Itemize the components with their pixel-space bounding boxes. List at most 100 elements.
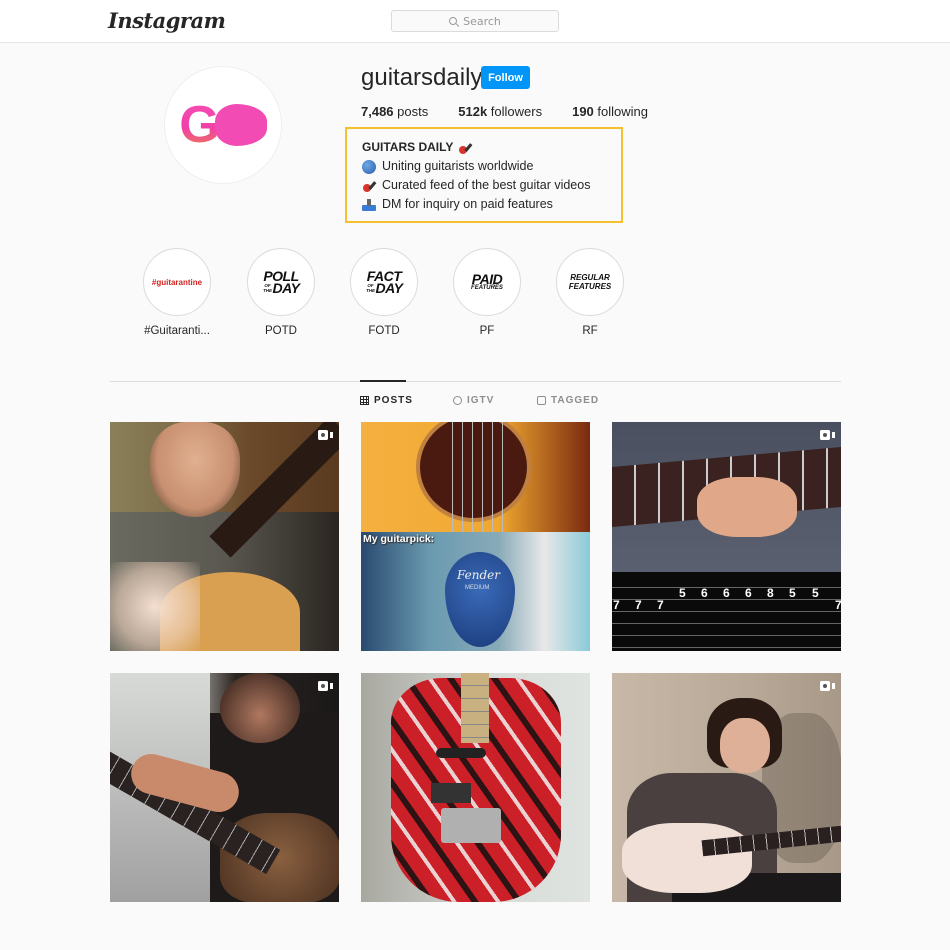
tab-label: IGTV (467, 395, 495, 406)
highlight-label: FOTD (368, 325, 400, 337)
bio-title: GUITARS DAILY (362, 138, 621, 157)
tab-number: 7 (835, 598, 841, 612)
followers-value: 512k (458, 104, 488, 119)
highlight-label: POTD (265, 325, 297, 337)
pick-brand-text: Fender (457, 568, 501, 582)
highlight-label: #Guitaranti... (144, 325, 210, 337)
highlight-cover: PAID FEATURES (453, 248, 521, 316)
profile-avatar[interactable]: G (164, 66, 282, 184)
posts-value: 7,486 (361, 104, 394, 119)
highlight-fotd[interactable]: FACT OF THE DAY FOTD (344, 248, 424, 337)
tab-posts[interactable]: POSTS (360, 395, 413, 406)
video-icon (318, 681, 333, 691)
tab-line (612, 611, 841, 612)
tab-number: 5 (679, 586, 686, 600)
bio-line-text: DM for inquiry on paid features (382, 197, 553, 211)
grid-icon (360, 396, 369, 405)
tab-label: POSTS (374, 395, 413, 406)
search-icon (449, 17, 458, 25)
bio-highlight-box: GUITARS DAILY Uniting guitarists worldwi… (345, 127, 623, 223)
highlight-label: RF (582, 325, 598, 337)
tagged-icon (537, 396, 546, 405)
top-nav-bar: Instagram Search (0, 0, 950, 43)
post-image-part (443, 422, 503, 532)
posts-count: 7,486 posts (361, 104, 428, 119)
post-image-part (431, 783, 471, 803)
avatar-logo: G (179, 96, 267, 154)
following-value: 190 (572, 104, 594, 119)
video-icon (820, 681, 835, 691)
post-image-part (441, 808, 501, 843)
section-divider (110, 381, 841, 382)
highlight-cover-text: DAY (375, 280, 403, 296)
igtv-icon (453, 396, 462, 405)
bio-line: Uniting guitarists worldwide (362, 157, 621, 176)
bio-line: Curated feed of the best guitar videos (362, 176, 621, 195)
followers-count[interactable]: 512k followers (458, 104, 542, 119)
bio-line-text: Uniting guitarists worldwide (382, 159, 534, 173)
highlight-cover: FACT OF THE DAY (350, 248, 418, 316)
profile-stats: 7,486 posts 512k followers 190 following (361, 104, 678, 119)
tab-line (612, 635, 841, 636)
search-placeholder: Search (463, 14, 501, 28)
highlight-cover: #guitarantine (143, 248, 211, 316)
post-image-part (720, 718, 770, 773)
inbox-tray-icon (362, 198, 376, 212)
globe-icon (362, 159, 376, 174)
avatar-letter: G (179, 96, 219, 154)
highlight-cover-small: FEATURES (471, 284, 503, 291)
highlight-pf[interactable]: PAID FEATURES PF (447, 248, 527, 337)
follow-button[interactable]: Follow (481, 66, 530, 89)
tab-number: 5 (789, 586, 796, 600)
tab-number: 6 (723, 586, 730, 600)
post-thumbnail[interactable]: Fender MEDIUM My guitarpick: (361, 422, 590, 651)
highlight-cover-small: OF THE (262, 283, 272, 293)
post-thumbnail[interactable]: 5 6 6 6 8 5 5 7 7 7 7 (612, 422, 841, 651)
video-icon (318, 430, 333, 440)
tab-tagged[interactable]: TAGGED (537, 395, 599, 406)
post-thumbnail[interactable] (110, 673, 339, 902)
following-count[interactable]: 190 following (572, 104, 648, 119)
post-thumbnail[interactable] (612, 673, 841, 902)
highlight-guitarantine[interactable]: #guitarantine #Guitaranti... (137, 248, 217, 337)
pick-gauge-text: MEDIUM (465, 585, 490, 591)
guitar-icon (458, 141, 472, 155)
tab-line (612, 623, 841, 624)
highlight-cover-text: FEATURES (568, 282, 612, 291)
highlight-cover: REGULAR FEATURES (556, 248, 624, 316)
instagram-logo[interactable]: Instagram (108, 8, 226, 33)
highlight-rf[interactable]: REGULAR FEATURES RF (550, 248, 630, 337)
guitar-icon (362, 179, 376, 193)
tab-number: 8 (767, 586, 774, 600)
highlight-cover-text: REGULAR (570, 273, 610, 282)
bio-title-text: GUITARS DAILY (362, 140, 454, 154)
bio-line: DM for inquiry on paid features (362, 195, 621, 214)
highlight-cover-text: #guitarantine (151, 277, 203, 287)
tab-igtv[interactable]: IGTV (453, 395, 494, 406)
tab-line (612, 647, 841, 648)
tab-number: 6 (701, 586, 708, 600)
tab-number: 7 (657, 598, 664, 612)
tab-number: 5 (812, 586, 819, 600)
tab-number: 7 (635, 598, 642, 612)
post-image-part (461, 673, 489, 743)
followers-label: followers (490, 104, 543, 119)
posts-label: posts (397, 104, 429, 119)
guitar-pick-shape (214, 104, 267, 146)
tab-number: 7 (613, 598, 620, 612)
highlight-label: PF (479, 325, 495, 337)
post-thumbnail[interactable] (361, 673, 590, 902)
post-thumbnail[interactable] (110, 422, 339, 651)
post-image-part (110, 562, 200, 651)
highlight-potd[interactable]: POLL OF THE DAY POTD (241, 248, 321, 337)
search-input[interactable]: Search (391, 10, 559, 32)
post-image-part (436, 748, 486, 758)
highlight-cover-text: PAID (471, 270, 503, 287)
profile-username: guitarsdaily (361, 64, 483, 91)
highlight-cover-text: DAY (272, 280, 300, 296)
following-label: following (597, 104, 649, 119)
bio-line-text: Curated feed of the best guitar videos (382, 178, 591, 192)
post-image-part (622, 823, 752, 893)
video-icon (820, 430, 835, 440)
post-image-part (220, 673, 300, 743)
